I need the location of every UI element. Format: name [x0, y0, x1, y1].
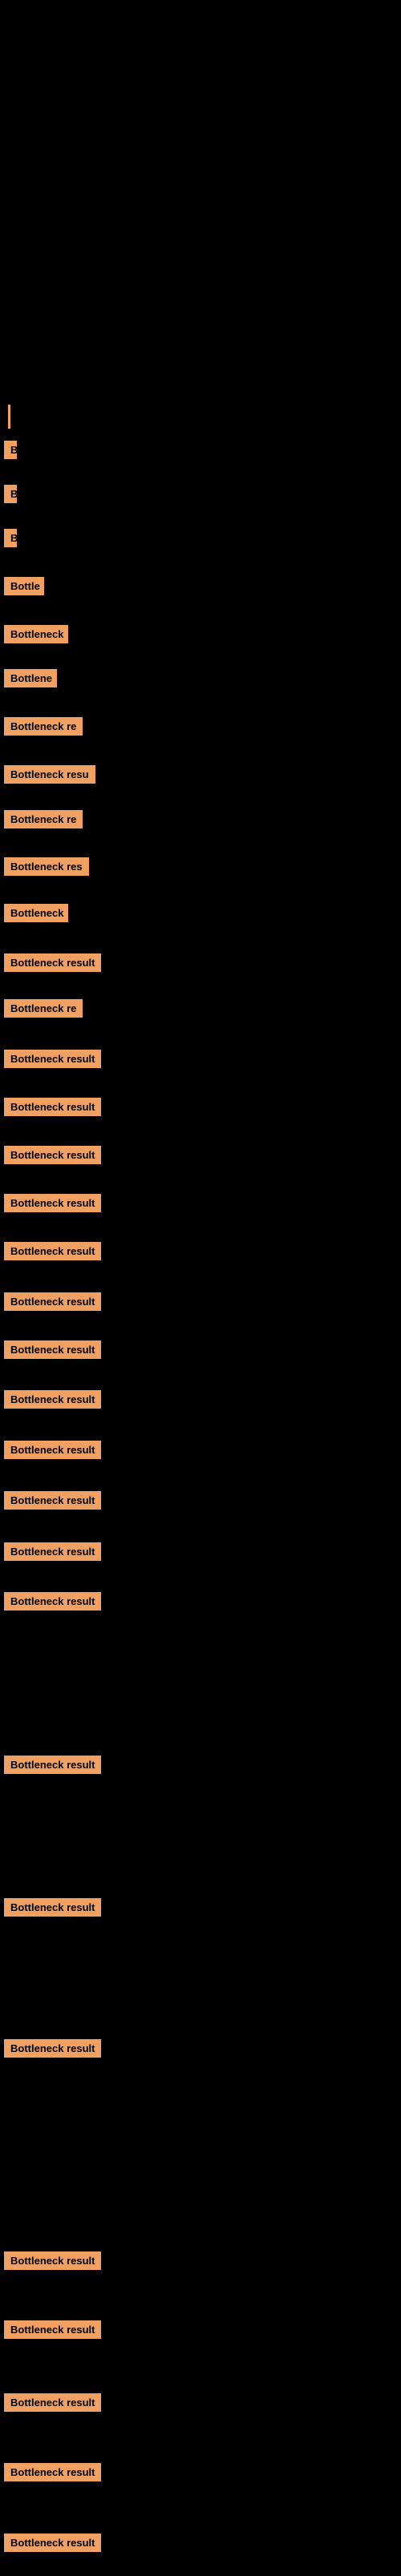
bottleneck-label: Bottleneck result [4, 1292, 101, 1311]
bottleneck-label-row: Bottleneck result [0, 1491, 101, 1514]
bottleneck-label: Bottleneck result [4, 953, 101, 972]
bottleneck-label: Bottleneck re [4, 999, 83, 1018]
bottleneck-label-row: Bottleneck result [0, 1756, 101, 1778]
bottleneck-label: B [4, 441, 17, 459]
bottleneck-label: Bottleneck result [4, 2251, 101, 2270]
bottleneck-label-row: Bottleneck result [0, 1242, 101, 1264]
bottleneck-label-row: Bottleneck result [0, 953, 101, 976]
bottleneck-label: Bottleneck result [4, 1542, 101, 1561]
vertical-bar [8, 405, 10, 429]
bottleneck-label-row: Bottleneck result [0, 1146, 101, 1168]
bottleneck-label: Bottlene [4, 669, 57, 687]
bottleneck-label-row: Bottleneck result [0, 2251, 101, 2274]
bottleneck-label-row: Bottleneck result [0, 1441, 101, 1463]
bottleneck-label-row: Bottleneck res [0, 857, 89, 880]
bottleneck-label: Bottleneck re [4, 717, 83, 736]
bottleneck-label-row: Bottleneck re [0, 999, 83, 1022]
bottleneck-label: Bottleneck result [4, 2463, 101, 2481]
bottleneck-label-row: B [0, 441, 17, 463]
bottleneck-label: Bottleneck result [4, 1194, 101, 1212]
bottleneck-label: Bottleneck result [4, 1898, 101, 1917]
bottleneck-label: Bottleneck [4, 904, 68, 922]
bottleneck-label-row: Bottle [0, 577, 44, 599]
bottleneck-label: Bottleneck result [4, 1441, 101, 1459]
bottleneck-label-row: Bottleneck result [0, 2320, 101, 2343]
bottleneck-label-row: Bottleneck re [0, 810, 83, 832]
bottleneck-label: Bottleneck result [4, 1242, 101, 1260]
bottleneck-label-row: Bottleneck re [0, 717, 83, 740]
bottleneck-label-row: Bottleneck result [0, 1592, 101, 1615]
bottleneck-label: Bottleneck result [4, 2393, 101, 2412]
bottleneck-label-row: Bottleneck result [0, 1390, 101, 1413]
bottleneck-label-row: B [0, 529, 17, 551]
bottleneck-label-row: Bottleneck result [0, 2534, 101, 2556]
bottleneck-label: Bottleneck re [4, 810, 83, 828]
bottleneck-label: Bottle [4, 577, 44, 595]
bottleneck-label: Bottleneck result [4, 1592, 101, 1611]
bottleneck-label-row: Bottleneck result [0, 1292, 101, 1315]
bottleneck-label-row: Bottleneck result [0, 1098, 101, 1120]
bottleneck-label: Bottleneck result [4, 1146, 101, 1164]
bottleneck-label-row: Bottleneck [0, 625, 68, 647]
bottleneck-label-row: Bottleneck result [0, 2463, 101, 2485]
bottleneck-label: B [4, 529, 17, 547]
bottleneck-label: Bottleneck [4, 625, 68, 643]
bottleneck-label: Bottleneck result [4, 1491, 101, 1510]
bottleneck-label-row: Bottleneck result [0, 1050, 101, 1072]
bottleneck-label: Bottleneck result [4, 1340, 101, 1359]
bottleneck-label: Bottleneck result [4, 2039, 101, 2058]
bottleneck-label-row: Bottleneck [0, 904, 68, 926]
bottleneck-label-row: B [0, 485, 17, 507]
bottleneck-label-row: Bottleneck result [0, 1194, 101, 1216]
bottleneck-label-row: Bottleneck result [0, 1898, 101, 1921]
bottleneck-label: B [4, 485, 17, 503]
bottleneck-label: Bottleneck result [4, 1098, 101, 1116]
bottleneck-label: Bottleneck result [4, 2320, 101, 2339]
site-title [0, 0, 401, 12]
bottleneck-label: Bottleneck res [4, 857, 89, 876]
bottleneck-label-row: Bottleneck result [0, 2039, 101, 2062]
bottleneck-label-row: Bottleneck result [0, 1340, 101, 1363]
bottleneck-label: Bottleneck result [4, 2534, 101, 2552]
bottleneck-label: Bottleneck result [4, 1390, 101, 1409]
bottleneck-label: Bottleneck result [4, 1050, 101, 1068]
bottleneck-label-row: Bottlene [0, 669, 57, 691]
bottleneck-label-row: Bottleneck resu [0, 765, 95, 788]
bottleneck-label: Bottleneck result [4, 1756, 101, 1774]
bottleneck-label: Bottleneck resu [4, 765, 95, 784]
bottleneck-label-row: Bottleneck result [0, 2393, 101, 2416]
bottleneck-label-row: Bottleneck result [0, 1542, 101, 1565]
